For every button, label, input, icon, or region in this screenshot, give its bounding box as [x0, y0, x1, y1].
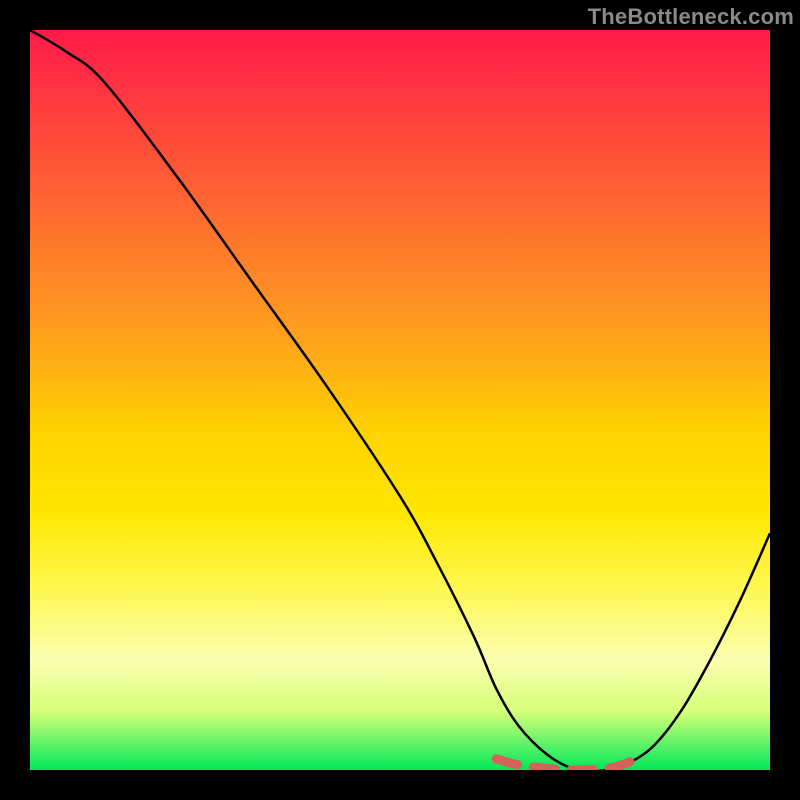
chart-svg: [30, 30, 770, 770]
optimal-range-marker: [496, 759, 637, 770]
bottleneck-curve: [30, 30, 770, 770]
watermark-text: TheBottleneck.com: [588, 4, 794, 30]
chart-frame: TheBottleneck.com: [0, 0, 800, 800]
